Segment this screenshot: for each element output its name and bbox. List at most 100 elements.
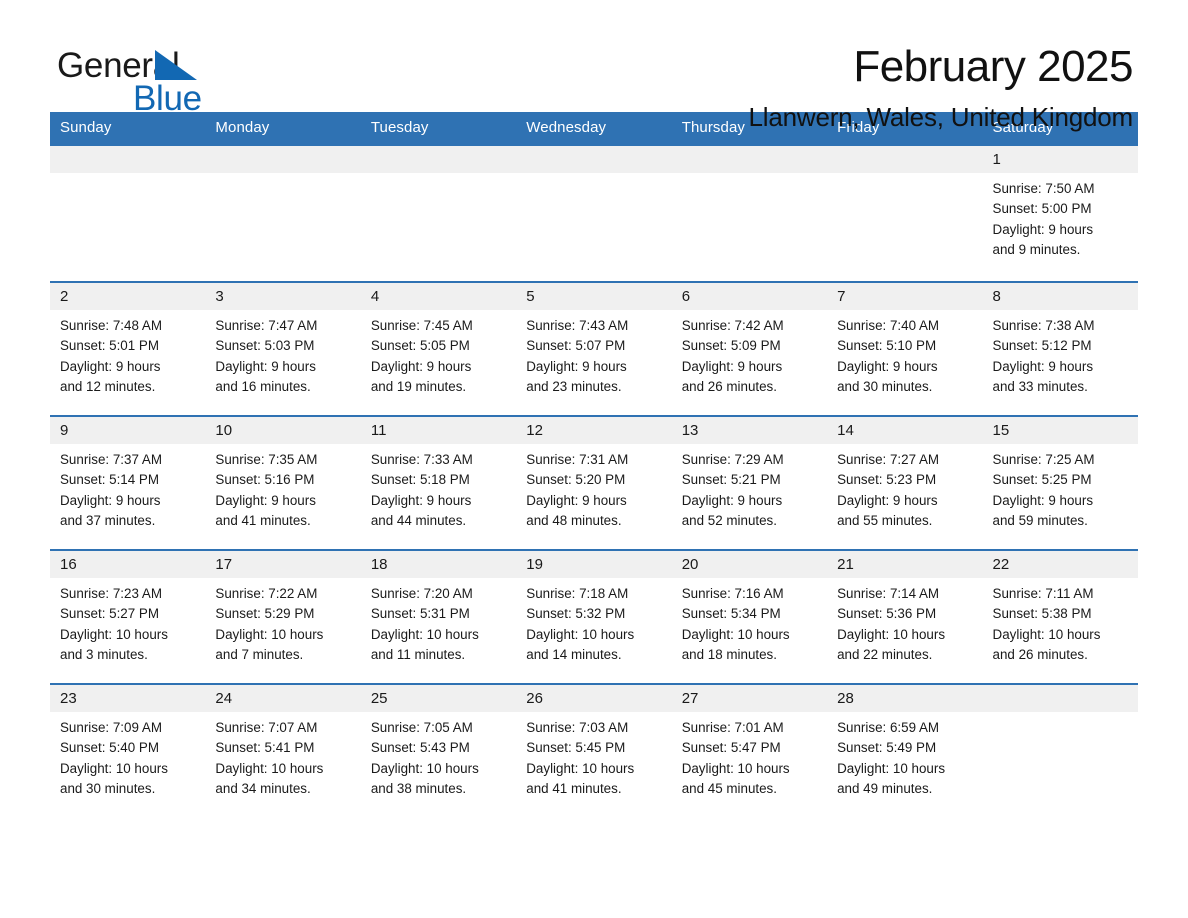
daylight-text-line2: and 30 minutes.: [60, 780, 156, 796]
calendar-day-cell[interactable]: 9 Sunrise: 7:37 AM Sunset: 5:14 PM Daylight…: [50, 415, 206, 550]
daylight-text-line1: Daylight: 10 hours: [681, 626, 790, 642]
daylight-text-line2: and 34 minutes.: [215, 780, 311, 796]
day-details: Sunrise: 7:11 AM Sunset: 5:38 PM Daylight:…: [983, 578, 1138, 665]
daylight-text-line1: Daylight: 10 hours: [60, 626, 168, 642]
logo-text-general: General: [57, 46, 180, 85]
calendar-day-cell[interactable]: 6 Sunrise: 7:42 AM Sunset: 5:09 PM Daylight…: [671, 281, 828, 416]
general-blue-logo: General Blue: [57, 48, 247, 116]
calendar-day-cell-empty: [205, 144, 361, 282]
triangle-icon: [155, 50, 197, 80]
daylight-text-line1: Daylight: 10 hours: [992, 626, 1101, 642]
calendar-day-cell[interactable]: 8 Sunrise: 7:38 AM Sunset: 5:12 PM Daylight…: [982, 281, 1138, 416]
calendar-day-cell[interactable]: 19 Sunrise: 7:18 AM Sunset: 5:32 PM Dayligh…: [516, 549, 672, 684]
daylight-text-line2: and 33 minutes.: [992, 378, 1088, 394]
sunset-text: Sunset: 5:25 PM: [992, 472, 1092, 488]
calendar-day-cell[interactable]: 11 Sunrise: 7:33 AM Sunset: 5:18 PM Dayligh…: [360, 415, 517, 550]
daylight-text-line1: Daylight: 9 hours: [60, 358, 161, 374]
daylight-text-line2: and 16 minutes.: [215, 378, 311, 394]
day-number: 18: [360, 551, 517, 578]
sunset-text: Sunset: 5:36 PM: [837, 606, 937, 622]
calendar-day-cell[interactable]: 3 Sunrise: 7:47 AM Sunset: 5:03 PM Daylight…: [205, 281, 361, 416]
calendar-day-cell[interactable]: 18 Sunrise: 7:20 AM Sunset: 5:31 PM Dayligh…: [360, 549, 517, 684]
day-number: 15: [982, 417, 1138, 444]
day-details: Sunrise: 7:14 AM Sunset: 5:36 PM Daylight:…: [827, 578, 982, 665]
title-block: February 2025 Llanwern, Wales, United Ki…: [749, 43, 1134, 133]
calendar-day-cell[interactable]: 20 Sunrise: 7:16 AM Sunset: 5:34 PM Dayligh…: [671, 549, 828, 684]
weekday-header-wednesday: Wednesday: [516, 112, 672, 145]
sunset-text: Sunset: 5:20 PM: [526, 472, 626, 488]
day-number: 10: [205, 417, 361, 444]
day-number: [360, 146, 517, 173]
sunrise-text: Sunrise: 7:27 AM: [837, 452, 940, 467]
calendar-day-cell[interactable]: 27 Sunrise: 7:01 AM Sunset: 5:47 PM Dayligh…: [671, 683, 828, 818]
sunset-text: Sunset: 5:41 PM: [215, 740, 315, 756]
sunset-text: Sunset: 5:10 PM: [837, 338, 937, 354]
calendar-day-cell[interactable]: 28 Sunrise: 6:59 AM Sunset: 5:49 PM Dayligh…: [827, 683, 983, 818]
sunset-text: Sunset: 5:45 PM: [526, 740, 626, 756]
daylight-text-line2: and 45 minutes.: [681, 780, 777, 796]
sunrise-text: Sunrise: 7:23 AM: [60, 586, 162, 601]
daylight-text-line1: Daylight: 9 hours: [526, 492, 627, 508]
sunset-text: Sunset: 5:49 PM: [837, 740, 937, 756]
calendar-day-cell[interactable]: 13 Sunrise: 7:29 AM Sunset: 5:21 PM Dayligh…: [671, 415, 828, 550]
calendar-day-cell[interactable]: 15 Sunrise: 7:25 AM Sunset: 5:25 PM Dayligh…: [982, 415, 1138, 550]
calendar-day-cell[interactable]: 2 Sunrise: 7:48 AM Sunset: 5:01 PM Daylight…: [50, 281, 206, 416]
day-number: [982, 685, 1138, 712]
calendar-day-cell[interactable]: 25 Sunrise: 7:05 AM Sunset: 5:43 PM Dayligh…: [360, 683, 517, 818]
daylight-text-line1: Daylight: 10 hours: [837, 760, 946, 776]
day-number: 23: [50, 685, 206, 712]
day-number: 13: [671, 417, 828, 444]
daylight-text-line1: Daylight: 10 hours: [370, 626, 479, 642]
calendar-day-cell[interactable]: 22 Sunrise: 7:11 AM Sunset: 5:38 PM Dayligh…: [982, 549, 1138, 684]
calendar-day-cell[interactable]: 1 Sunrise: 7:50 AM Sunset: 5:00 PM Daylight…: [982, 144, 1138, 282]
sunset-text: Sunset: 5:03 PM: [215, 338, 315, 354]
daylight-text-line1: Daylight: 9 hours: [837, 358, 938, 374]
calendar-day-cell[interactable]: 24 Sunrise: 7:07 AM Sunset: 5:41 PM Dayligh…: [205, 683, 361, 818]
daylight-text-line1: Daylight: 9 hours: [992, 492, 1094, 508]
calendar-day-cell[interactable]: 10 Sunrise: 7:35 AM Sunset: 5:16 PM Dayligh…: [205, 415, 361, 550]
daylight-text-line2: and 48 minutes.: [526, 512, 622, 528]
sunrise-text: Sunrise: 7:29 AM: [681, 452, 784, 467]
calendar-day-cell[interactable]: 23 Sunrise: 7:09 AM Sunset: 5:40 PM Dayligh…: [50, 683, 206, 818]
calendar-day-cell[interactable]: 7 Sunrise: 7:40 AM Sunset: 5:10 PM Daylight…: [827, 281, 983, 416]
sunset-text: Sunset: 5:21 PM: [681, 472, 781, 488]
day-details: Sunrise: 7:29 AM Sunset: 5:21 PM Daylight:…: [672, 444, 827, 531]
day-details: Sunrise: 7:33 AM Sunset: 5:18 PM Daylight:…: [361, 444, 516, 531]
day-details: Sunrise: 7:09 AM Sunset: 5:40 PM Daylight:…: [50, 712, 205, 799]
calendar-day-cell[interactable]: 5 Sunrise: 7:43 AM Sunset: 5:07 PM Daylight…: [516, 281, 672, 416]
sunset-text: Sunset: 5:40 PM: [60, 740, 159, 756]
sunset-text: Sunset: 5:47 PM: [681, 740, 781, 756]
sunrise-text: Sunrise: 7:22 AM: [215, 586, 318, 601]
sunrise-text: Sunrise: 7:31 AM: [526, 452, 629, 467]
daylight-text-line1: Daylight: 9 hours: [60, 492, 161, 508]
daylight-text-line2: and 41 minutes.: [215, 512, 311, 528]
calendar-week-row: 23 Sunrise: 7:09 AM Sunset: 5:40 PM Dayligh…: [50, 683, 1138, 818]
sunset-text: Sunset: 5:18 PM: [370, 472, 470, 488]
sunset-text: Sunset: 5:12 PM: [992, 338, 1092, 354]
sunrise-text: Sunrise: 6:59 AM: [837, 720, 940, 735]
daylight-text-line1: Daylight: 10 hours: [526, 760, 635, 776]
calendar-day-cell[interactable]: 21 Sunrise: 7:14 AM Sunset: 5:36 PM Dayligh…: [827, 549, 983, 684]
sunrise-text: Sunrise: 7:20 AM: [370, 586, 473, 601]
day-number: 5: [516, 283, 672, 310]
sunrise-text: Sunrise: 7:37 AM: [60, 452, 162, 467]
daylight-text-line2: and 18 minutes.: [681, 646, 777, 662]
calendar-day-cell[interactable]: 26 Sunrise: 7:03 AM Sunset: 5:45 PM Dayligh…: [516, 683, 672, 818]
day-details: Sunrise: 6:59 AM Sunset: 5:49 PM Daylight:…: [827, 712, 982, 799]
day-number: [205, 146, 361, 173]
daylight-text-line1: Daylight: 10 hours: [681, 760, 790, 776]
calendar-day-cell[interactable]: 14 Sunrise: 7:27 AM Sunset: 5:23 PM Dayligh…: [827, 415, 983, 550]
calendar-day-cell[interactable]: 12 Sunrise: 7:31 AM Sunset: 5:20 PM Dayligh…: [516, 415, 672, 550]
calendar-day-cell[interactable]: 4 Sunrise: 7:45 AM Sunset: 5:05 PM Daylight…: [360, 281, 517, 416]
day-details: Sunrise: 7:40 AM Sunset: 5:10 PM Daylight:…: [827, 310, 982, 397]
day-details: Sunrise: 7:18 AM Sunset: 5:32 PM Daylight:…: [516, 578, 671, 665]
daylight-text-line1: Daylight: 10 hours: [60, 760, 168, 776]
calendar-day-cell[interactable]: 16 Sunrise: 7:23 AM Sunset: 5:27 PM Dayligh…: [50, 549, 206, 684]
sunset-text: Sunset: 5:43 PM: [370, 740, 470, 756]
day-details: Sunrise: 7:16 AM Sunset: 5:34 PM Daylight:…: [672, 578, 827, 665]
sunrise-text: Sunrise: 7:33 AM: [370, 452, 473, 467]
sunset-text: Sunset: 5:09 PM: [681, 338, 781, 354]
calendar-day-cell[interactable]: 17 Sunrise: 7:22 AM Sunset: 5:29 PM Dayligh…: [205, 549, 361, 684]
calendar-week-row: 9 Sunrise: 7:37 AM Sunset: 5:14 PM Daylight…: [50, 415, 1138, 550]
daylight-text-line1: Daylight: 10 hours: [837, 626, 946, 642]
